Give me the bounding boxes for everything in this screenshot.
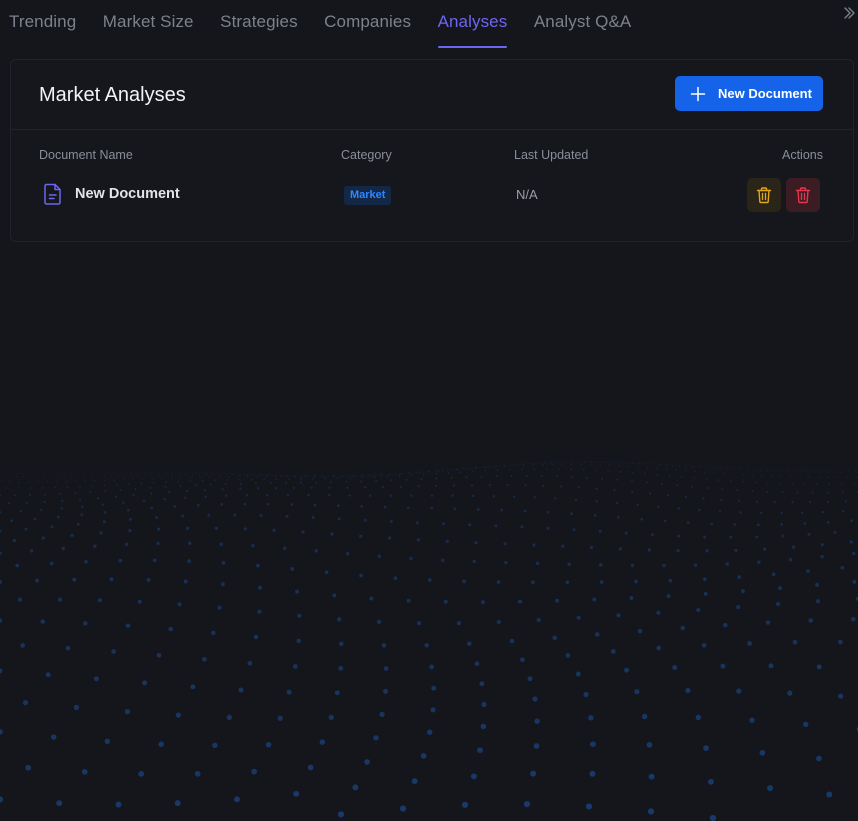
column-header-document-name: Document Name [39, 148, 133, 162]
card-header: Market Analyses New Document [11, 60, 853, 130]
tab-companies[interactable]: Companies [324, 0, 411, 48]
plus-icon [690, 86, 706, 101]
tab-market-size[interactable]: Market Size [103, 0, 194, 48]
new-document-button-label: New Document [718, 86, 812, 101]
tab-strategies[interactable]: Strategies [220, 0, 298, 48]
tab-trending[interactable]: Trending [9, 0, 76, 48]
amber-trash-button[interactable] [747, 178, 781, 212]
document-name-link[interactable]: New Document [75, 186, 180, 202]
category-badge: Market [344, 186, 392, 205]
double-chevron-right-icon[interactable] [842, 6, 856, 20]
tab-analyst-qa[interactable]: Analyst Q&A [534, 0, 631, 48]
table-header: Document Name Category Last Updated Acti… [39, 148, 823, 164]
tab-bar: Trending Market Size Strategies Companie… [9, 0, 658, 48]
column-header-last-updated: Last Updated [514, 148, 589, 162]
last-updated-value: N/A [516, 187, 538, 202]
page: Trending Market Size Strategies Companie… [0, 0, 858, 821]
delete-button[interactable] [786, 178, 820, 212]
dotted-wave-background [0, 461, 858, 821]
tab-analyses[interactable]: Analyses [437, 0, 508, 48]
market-analyses-card: Market Analyses New Document Document Na… [10, 59, 854, 242]
column-header-category: Category [341, 148, 392, 162]
table-row: New Document Market N/A [39, 177, 823, 213]
page-title: Market Analyses [39, 84, 186, 106]
trash-icon [795, 187, 811, 204]
trash-icon [756, 187, 772, 204]
column-header-actions: Actions [782, 148, 823, 162]
new-document-button[interactable]: New Document [675, 76, 823, 111]
document-icon [44, 183, 61, 205]
